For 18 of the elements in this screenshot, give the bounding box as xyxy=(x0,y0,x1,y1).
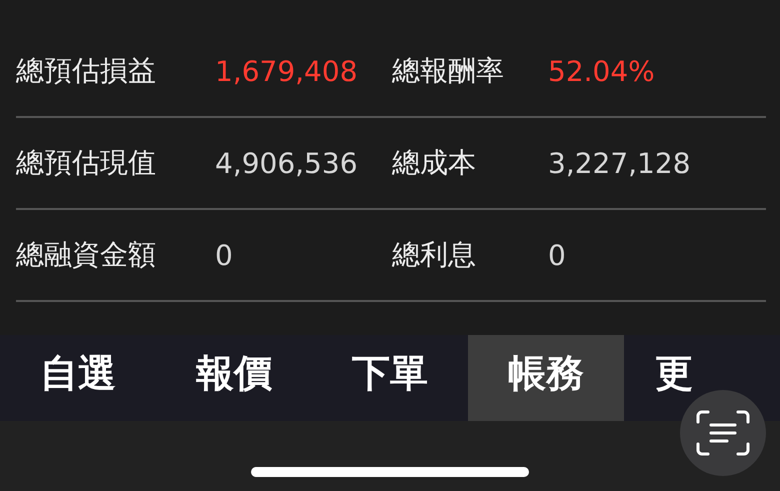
summary-value: 3,227,128 xyxy=(548,146,691,180)
summary-value: 0 xyxy=(215,238,233,272)
summary-value: 1,679,408 xyxy=(215,54,358,88)
summary-label: 總融資金額 xyxy=(16,237,156,273)
summary-value: 0 xyxy=(548,238,566,272)
summary-value: 52.04% xyxy=(548,54,655,88)
summary-label: 總利息 xyxy=(392,237,476,273)
scan-text-icon xyxy=(696,410,750,456)
summary-value: 4,906,536 xyxy=(215,146,358,180)
summary-label: 總報酬率 xyxy=(392,53,504,89)
nav-tab[interactable]: 更 xyxy=(624,335,693,397)
nav-tab[interactable]: 帳務 xyxy=(468,335,624,421)
nav-tab[interactable]: 報價 xyxy=(156,335,312,395)
summary-label: 總預估現值 xyxy=(16,145,156,181)
nav-tab[interactable]: 下單 xyxy=(312,335,468,395)
nav-tab[interactable]: 自選 xyxy=(0,335,156,395)
summary-label: 總成本 xyxy=(392,145,476,181)
summary-label: 總預估損益 xyxy=(16,53,156,89)
